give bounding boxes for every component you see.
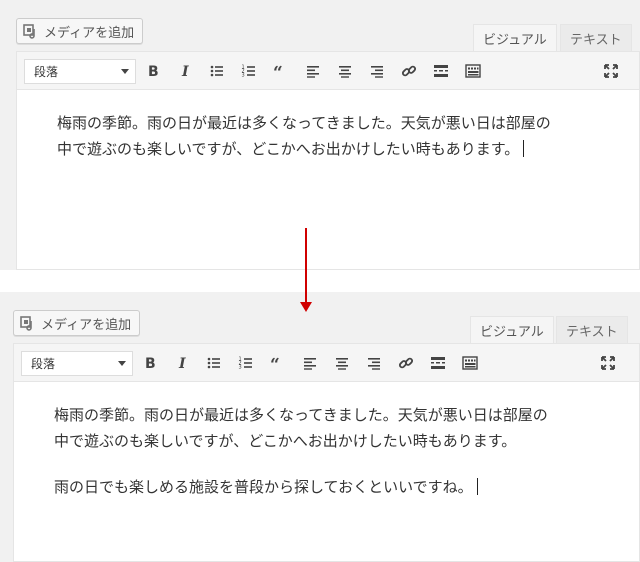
fullscreen-button[interactable] [601, 61, 621, 81]
format-select-value: 段落 [34, 65, 59, 79]
align-center-button[interactable] [332, 353, 352, 373]
svg-text:I: I [178, 356, 186, 371]
blockquote-button[interactable]: “ [268, 353, 288, 373]
numbered-list-icon: 123 [242, 65, 255, 79]
bold-button[interactable]: B [140, 353, 160, 373]
link-button[interactable] [396, 353, 416, 373]
tab-visual[interactable]: ビジュアル [470, 316, 554, 343]
svg-text:I: I [181, 64, 189, 79]
blockquote-icon: “ [270, 355, 280, 371]
toolbar-toggle-button[interactable] [463, 61, 483, 81]
align-left-button[interactable] [300, 353, 320, 373]
link-button[interactable] [399, 61, 419, 81]
italic-button[interactable]: I [175, 61, 195, 81]
align-left-icon [304, 358, 316, 370]
media-icon [20, 315, 36, 331]
numbered-list-icon: 123 [239, 357, 252, 371]
paragraph-line: 梅雨の季節。雨の日が最近は多くなってきました。天気が悪い日は部屋の [54, 406, 548, 424]
editor-content[interactable]: 梅雨の季節。雨の日が最近は多くなってきました。天気が悪い日は部屋の 中で遊ぶのも… [17, 90, 639, 269]
italic-icon: I [178, 356, 186, 371]
svg-text:3: 3 [239, 365, 242, 371]
add-media-label: メディアを追加 [41, 317, 132, 333]
align-center-button[interactable] [335, 61, 355, 81]
numbered-list-button[interactable]: 123 [236, 353, 256, 373]
add-media-label: メディアを追加 [44, 25, 135, 41]
numbered-list-button[interactable]: 123 [239, 61, 259, 81]
align-right-icon [371, 66, 383, 78]
toolbar-toggle-icon [462, 356, 478, 370]
italic-button[interactable]: I [172, 353, 192, 373]
svg-text:B: B [148, 64, 159, 79]
toolbar-toggle-button[interactable] [460, 353, 480, 373]
chevron-down-icon [118, 361, 126, 366]
text-cursor [523, 140, 525, 157]
arrow-down-icon [300, 302, 312, 312]
bullet-list-button[interactable] [204, 353, 224, 373]
align-right-icon [368, 358, 380, 370]
align-left-button[interactable] [303, 61, 323, 81]
media-icon [23, 23, 39, 39]
fullscreen-button[interactable] [598, 353, 618, 373]
chevron-down-icon [121, 69, 129, 74]
blockquote-button[interactable]: “ [271, 61, 291, 81]
add-media-button[interactable]: メディアを追加 [13, 310, 141, 336]
bold-button[interactable]: B [143, 61, 163, 81]
editor-area: 段落 B I 123 “ 梅雨の季節。雨の日が最近は多くなってきました。天気が悪… [13, 343, 640, 562]
tab-text[interactable]: テキスト [560, 24, 632, 51]
paragraph-line: 雨の日でも楽しめる施設を普段から探しておくといいですね。 [54, 474, 599, 500]
editor-panel-before: メディアを追加 ビジュアル テキスト 段落 B I 123 “ 梅雨の季節。雨の… [0, 0, 640, 270]
read-more-icon [434, 65, 448, 77]
svg-text:B: B [145, 356, 156, 371]
svg-text:“: “ [270, 355, 280, 371]
bold-icon: B [148, 64, 159, 79]
format-select[interactable]: 段落 [21, 351, 133, 376]
align-center-icon [336, 358, 348, 370]
read-more-button[interactable] [428, 353, 448, 373]
bullet-list-icon [207, 357, 220, 369]
blockquote-icon: “ [273, 63, 283, 79]
format-select[interactable]: 段落 [24, 59, 136, 84]
svg-text:“: “ [273, 63, 283, 79]
editor-content[interactable]: 梅雨の季節。雨の日が最近は多くなってきました。天気が悪い日は部屋の 中で遊ぶのも… [14, 382, 639, 561]
read-more-icon [431, 357, 445, 369]
align-right-button[interactable] [364, 353, 384, 373]
svg-text:3: 3 [242, 73, 245, 79]
add-media-button[interactable]: メディアを追加 [16, 18, 144, 44]
toolbar-toggle-icon [465, 64, 481, 78]
link-icon [401, 65, 417, 77]
bold-icon: B [145, 356, 156, 371]
paragraph-line: 中で遊ぶのも楽しいですが、どこかへお出かけしたい時もあります。 [54, 432, 517, 450]
link-icon [398, 357, 414, 369]
editor-panel-after: メディアを追加 ビジュアル テキスト 段落 B I 123 “ 梅雨の季節。雨の… [0, 292, 640, 562]
transition-arrow-line [305, 228, 307, 304]
fullscreen-icon [604, 64, 618, 78]
tab-visual[interactable]: ビジュアル [473, 24, 557, 51]
format-select-value: 段落 [31, 357, 56, 371]
bullet-list-button[interactable] [207, 61, 227, 81]
text-cursor [476, 478, 478, 495]
align-center-icon [339, 66, 351, 78]
editor-toolbar: 段落 B I 123 “ [14, 344, 639, 382]
paragraph-line: 中で遊ぶのも楽しいですが、どこかへお出かけしたい時もあります。 [57, 136, 599, 162]
read-more-button[interactable] [431, 61, 451, 81]
italic-icon: I [181, 64, 189, 79]
fullscreen-icon [601, 356, 615, 370]
editor-toolbar: 段落 B I 123 “ [17, 52, 639, 90]
bullet-list-icon [210, 65, 223, 77]
tab-text[interactable]: テキスト [556, 316, 628, 343]
editor-area: 段落 B I 123 “ 梅雨の季節。雨の日が最近は多くなってきました。天気が悪… [16, 51, 640, 270]
align-right-button[interactable] [367, 61, 387, 81]
align-left-icon [307, 66, 319, 78]
paragraph-line: 梅雨の季節。雨の日が最近は多くなってきました。天気が悪い日は部屋の [57, 114, 551, 132]
